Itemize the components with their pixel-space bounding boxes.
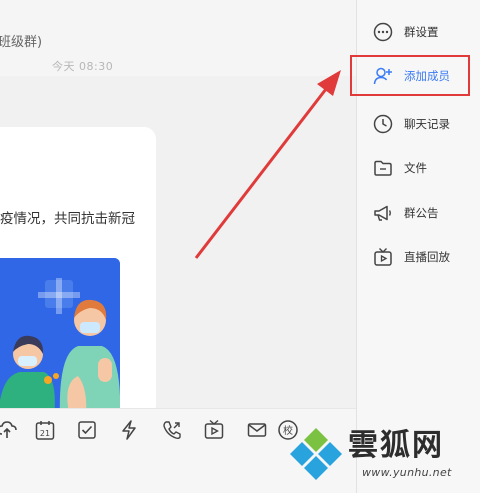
watermark-url: www.yunhu.net [362, 466, 452, 479]
watermark-logo-icon [290, 428, 342, 480]
watermark: 雲狐网 www.yunhu.net [288, 416, 480, 493]
watermark-name: 雲狐网 [348, 428, 444, 463]
